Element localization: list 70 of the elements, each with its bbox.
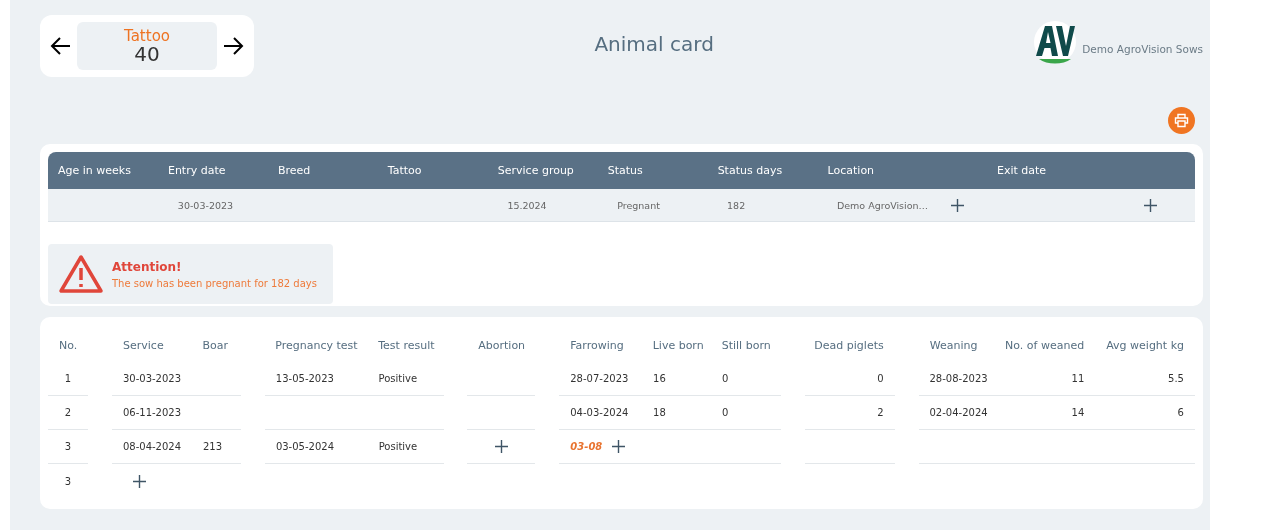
add-icon[interactable]: [494, 440, 508, 453]
column-header: Service group: [496, 164, 575, 177]
column-header: Boar: [202, 339, 229, 352]
table-cell: 03-05-2024: [275, 441, 334, 452]
column-header: No.: [59, 339, 78, 352]
table-cell-text: Demo AgroVision…: [835, 199, 929, 211]
table-cell-text: 30-03-2023: [176, 199, 234, 211]
column-header: Location: [826, 164, 876, 177]
print-button[interactable]: [1168, 107, 1195, 134]
avatar-logo-icon: [1034, 20, 1077, 64]
warning-icon: [58, 254, 104, 294]
alert-message: The sow has been pregnant for 182 days: [112, 277, 317, 289]
table-cell: 28-08-2023: [929, 373, 988, 384]
column-header: Status days: [716, 164, 784, 177]
column-header: Test result: [378, 339, 435, 352]
table-cell: 213: [202, 441, 223, 452]
column-header: Weaning: [929, 339, 978, 352]
column-header: Age in weeks: [57, 164, 132, 177]
add-icon[interactable]: [1143, 198, 1157, 212]
table-cell: 04-03-2024: [570, 407, 629, 418]
table-cell: 2: [64, 407, 72, 418]
add-icon[interactable]: [612, 440, 626, 453]
table-cell: 3: [64, 475, 72, 487]
add-icon[interactable]: [133, 474, 146, 488]
table-cell-text: Pregnant: [616, 199, 660, 211]
previous-arrow-icon[interactable]: [50, 35, 72, 57]
table-cell: 2: [877, 407, 884, 418]
due-date: 03-08: [570, 441, 603, 452]
table-cell: 0: [721, 407, 729, 418]
column-header: Farrowing: [570, 339, 624, 352]
column-header: Status: [606, 164, 644, 177]
column-header: No. of weaned: [1005, 339, 1085, 352]
table-cell: 18: [653, 407, 666, 418]
add-icon[interactable]: [951, 198, 965, 212]
column-header: Entry date: [166, 164, 227, 177]
table-cell: 06-11-2023: [122, 407, 182, 418]
table-cell: 1: [64, 373, 72, 384]
table-cell-text: 15.2024: [506, 199, 547, 211]
column-header: Abortion: [478, 339, 526, 352]
table-cell: 30-03-2023: [122, 373, 182, 384]
column-header: Avg weight kg: [1106, 339, 1184, 352]
table-cell: Positive: [378, 373, 418, 384]
table-cell: 0: [721, 373, 729, 384]
column-header: Service: [123, 339, 164, 352]
table-cell: 5.5: [1168, 373, 1184, 384]
column-header: Pregnancy test: [275, 339, 358, 352]
table-cell: 02-04-2024: [929, 407, 988, 418]
column-header: Live born: [652, 339, 704, 352]
table-cell: 6: [1177, 407, 1184, 418]
table-cell: 11: [1071, 373, 1085, 384]
tattoo-field[interactable]: Tattoo 40: [77, 22, 217, 70]
table-cell: 13-05-2023: [275, 373, 334, 384]
farm-name: Demo AgroVision Sows: [1082, 43, 1203, 55]
column-header: Breed: [276, 164, 312, 177]
table-cell: 14: [1071, 407, 1085, 418]
table-cell-text: 182: [726, 199, 746, 211]
page-title: Animal card: [593, 32, 715, 56]
table-cell: 3: [64, 441, 72, 452]
table-cell: Positive: [378, 441, 418, 452]
table-cell: 28-07-2023: [570, 373, 629, 384]
printer-icon: [1174, 113, 1189, 128]
table-cell: 08-04-2024: [122, 441, 182, 452]
column-header: Exit date: [995, 164, 1048, 177]
column-header: Still born: [721, 339, 771, 352]
table-cell: 0: [877, 373, 884, 384]
column-header: Tattoo: [386, 164, 423, 177]
column-header: Dead piglets: [814, 339, 884, 352]
alert-title: Attention!: [112, 259, 183, 274]
next-arrow-icon[interactable]: [222, 35, 244, 57]
table-cell: 16: [653, 373, 666, 384]
